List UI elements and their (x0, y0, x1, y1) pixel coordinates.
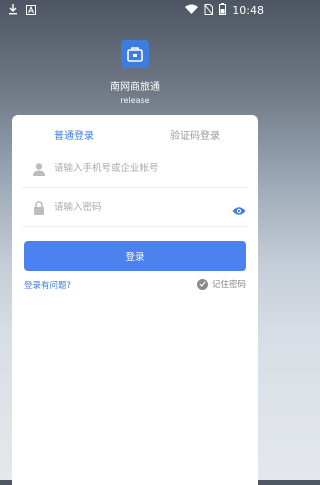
app-name: 南网商旅通 (110, 82, 160, 93)
tab-normal-login[interactable]: 普通登录 (54, 127, 94, 142)
no-sim-icon (204, 3, 214, 18)
checkmark-icon (196, 278, 208, 290)
login-card: 普通登录 验证码登录 登录 登录有问题? 记住密码 (12, 115, 258, 485)
app-variant: release (120, 96, 150, 105)
password-input[interactable] (54, 197, 214, 217)
download-icon (8, 4, 18, 18)
remember-password-label: 记住密码 (211, 280, 246, 290)
remember-password-toggle[interactable]: 记住密码 (196, 278, 246, 290)
a-badge-icon (26, 4, 36, 18)
clock: 10:48 (232, 4, 264, 17)
battery-icon (219, 3, 227, 18)
lock-icon (32, 200, 46, 219)
eye-icon[interactable] (232, 201, 246, 220)
status-bar: 10:48 (0, 0, 270, 22)
account-field (22, 149, 248, 188)
wifi-icon (185, 4, 199, 17)
password-field (22, 188, 248, 227)
user-icon (32, 161, 46, 180)
tab-code-login[interactable]: 验证码登录 (170, 127, 220, 142)
login-button[interactable]: 登录 (24, 241, 246, 271)
app-logo-icon (121, 40, 149, 68)
account-input[interactable] (54, 158, 214, 178)
login-help-link[interactable]: 登录有问题? (24, 279, 71, 291)
